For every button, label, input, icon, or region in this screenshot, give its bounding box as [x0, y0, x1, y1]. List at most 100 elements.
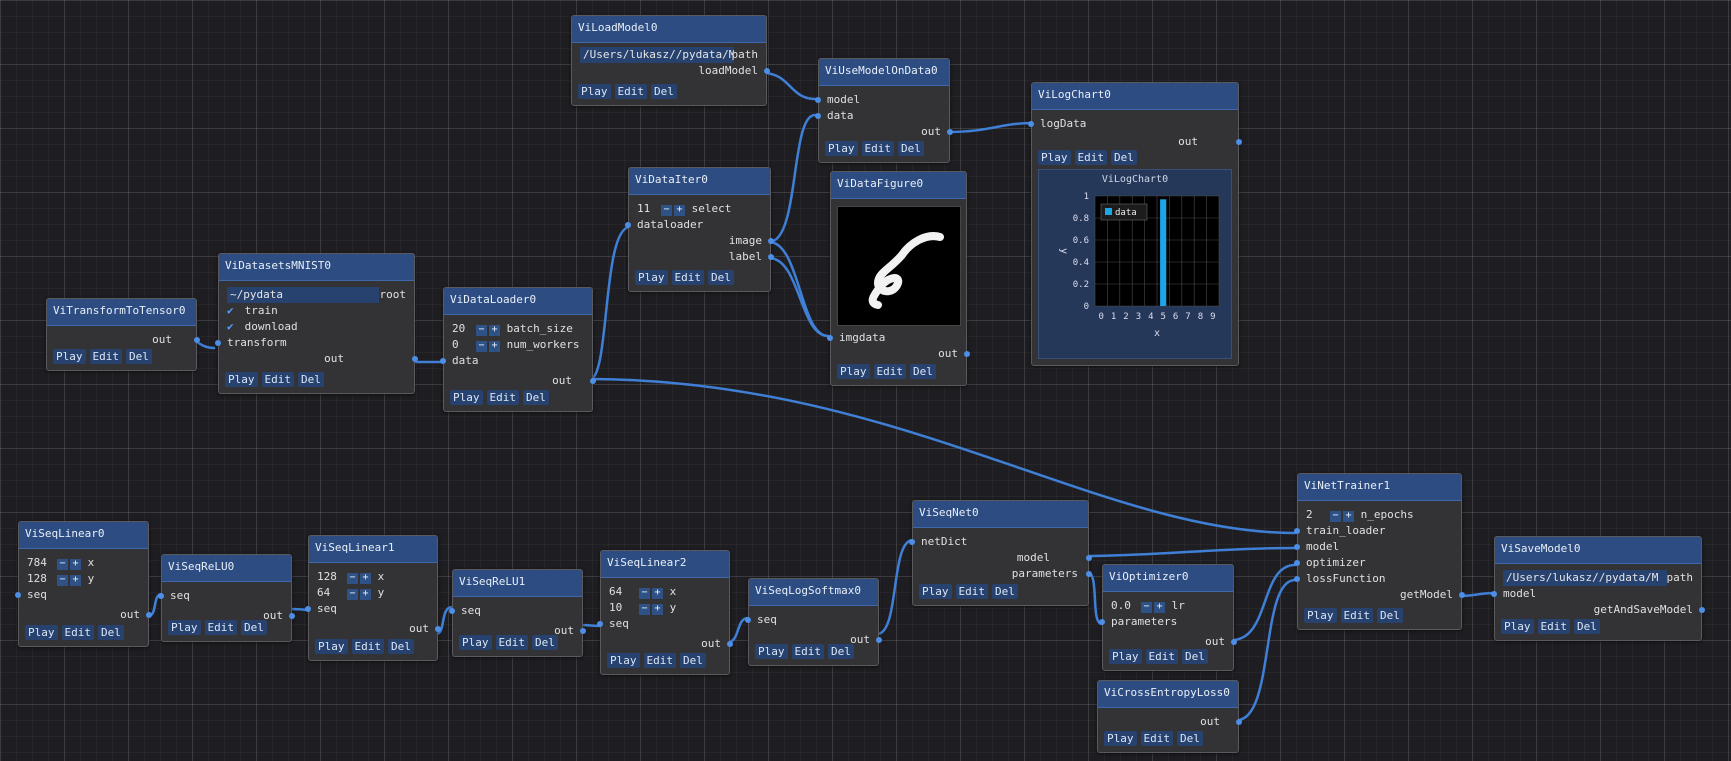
node-title[interactable]: ViSeqLinear0: [19, 522, 148, 549]
input-pin[interactable]: [1294, 528, 1300, 534]
node-title[interactable]: ViSeqLinear1: [309, 536, 437, 563]
edit-button[interactable]: Edit: [204, 620, 237, 635]
node-optimizer[interactable]: ViOptimizer0 0.0− + lr parameters out Pla…: [1099, 564, 1237, 671]
increment-button[interactable]: +: [652, 588, 663, 599]
play-button[interactable]: Play: [25, 625, 58, 640]
node-datasets-mnist[interactable]: ViDatasetsMNIST0 ~/pydata root ✔ train ✔ …: [215, 253, 418, 394]
input-pin[interactable]: [15, 592, 21, 598]
play-button[interactable]: Play: [459, 635, 492, 650]
edit-button[interactable]: Edit: [955, 584, 988, 599]
input-pin[interactable]: [827, 335, 833, 341]
edit-button[interactable]: Edit: [791, 644, 824, 659]
lr-value[interactable]: 0.0: [1111, 598, 1139, 614]
output-pin[interactable]: [876, 637, 882, 643]
decrement-button[interactable]: −: [1330, 511, 1341, 522]
delete-button[interactable]: Del: [1111, 150, 1137, 165]
decrement-button[interactable]: −: [1141, 602, 1152, 613]
node-load-model[interactable]: ViLoadModel0 /Users/lukasz//pydata/M path…: [571, 15, 770, 106]
node-title[interactable]: ViTransformToTensor0: [47, 299, 196, 326]
node-log-chart[interactable]: ViLogChart0 logData out Play Edit Del ViLo…: [1028, 82, 1242, 366]
play-button[interactable]: Play: [825, 141, 858, 156]
play-button[interactable]: Play: [1304, 608, 1337, 623]
output-pin[interactable]: [768, 238, 774, 244]
decrement-button[interactable]: −: [57, 575, 68, 586]
delete-button[interactable]: Del: [1377, 608, 1403, 623]
edit-button[interactable]: Edit: [89, 349, 122, 364]
delete-button[interactable]: Del: [532, 635, 558, 650]
output-pin[interactable]: [194, 337, 200, 343]
decrement-button[interactable]: −: [639, 604, 650, 615]
play-button[interactable]: Play: [53, 349, 86, 364]
delete-button[interactable]: Del: [651, 84, 677, 99]
node-seq-log-softmax[interactable]: ViSeqLogSoftmax0 seq out Play Edit Del: [745, 578, 882, 666]
increment-button[interactable]: +: [489, 325, 500, 336]
play-button[interactable]: Play: [450, 390, 483, 405]
input-pin[interactable]: [1028, 121, 1034, 127]
node-title[interactable]: ViLogChart0: [1032, 83, 1238, 110]
increment-button[interactable]: +: [489, 341, 500, 352]
output-pin[interactable]: [1699, 607, 1705, 613]
delete-button[interactable]: Del: [523, 390, 549, 405]
delete-button[interactable]: Del: [910, 364, 936, 379]
delete-button[interactable]: Del: [388, 639, 414, 654]
play-button[interactable]: Play: [635, 270, 668, 285]
delete-button[interactable]: Del: [1182, 649, 1208, 664]
edit-button[interactable]: Edit: [671, 270, 704, 285]
delete-button[interactable]: Del: [298, 372, 324, 387]
output-pin[interactable]: [580, 628, 586, 634]
edit-button[interactable]: Edit: [873, 364, 906, 379]
output-pin[interactable]: [435, 626, 441, 632]
edit-button[interactable]: Edit: [643, 653, 676, 668]
increment-button[interactable]: +: [674, 205, 685, 216]
node-cross-entropy-loss[interactable]: ViCrossEntropyLoss0 out Play Edit Del: [1097, 680, 1242, 753]
node-title[interactable]: ViSeqNet0: [913, 501, 1088, 528]
node-title[interactable]: ViDataIter0: [629, 168, 770, 195]
decrement-button[interactable]: −: [639, 588, 650, 599]
edit-button[interactable]: Edit: [861, 141, 894, 156]
node-title[interactable]: ViSeqLinear2: [601, 551, 729, 578]
play-button[interactable]: Play: [755, 644, 788, 659]
output-pin[interactable]: [1231, 639, 1237, 645]
play-button[interactable]: Play: [315, 639, 348, 654]
select-value[interactable]: 11: [637, 201, 659, 217]
node-seq-linear-2[interactable]: ViSeqLinear2 64− + x 10− + y seq out Play E…: [597, 550, 733, 675]
decrement-button[interactable]: −: [661, 205, 672, 216]
node-title[interactable]: ViUseModelOnData0: [819, 59, 949, 86]
increment-button[interactable]: +: [1343, 511, 1354, 522]
delete-button[interactable]: Del: [992, 584, 1018, 599]
x-value[interactable]: 64: [609, 584, 637, 600]
node-title[interactable]: ViDataLoader0: [444, 288, 592, 315]
node-title[interactable]: ViSeqReLU1: [453, 570, 582, 597]
node-data-loader[interactable]: ViDataLoader0 20− + batch_size 0− + num_wo…: [440, 287, 596, 412]
edit-button[interactable]: Edit: [61, 625, 94, 640]
input-pin[interactable]: [625, 222, 631, 228]
node-seq-relu-1[interactable]: ViSeqReLU1 seq out Play Edit Del: [449, 569, 586, 657]
output-pin[interactable]: [146, 612, 152, 618]
play-button[interactable]: Play: [1109, 649, 1142, 664]
path-input[interactable]: /Users/lukasz//pydata/M: [1503, 570, 1667, 586]
increment-button[interactable]: +: [70, 559, 81, 570]
input-pin[interactable]: [449, 608, 455, 614]
input-pin[interactable]: [597, 621, 603, 627]
num-workers-value[interactable]: 0: [452, 337, 474, 353]
node-title[interactable]: ViNetTrainer1: [1298, 474, 1461, 501]
y-value[interactable]: 128: [27, 571, 55, 587]
output-pin[interactable]: [947, 129, 953, 135]
node-title[interactable]: ViLoadModel0: [572, 16, 766, 43]
output-pin[interactable]: [964, 351, 970, 357]
output-pin[interactable]: [1086, 571, 1092, 577]
decrement-button[interactable]: −: [347, 573, 358, 584]
node-title[interactable]: ViDatasetsMNIST0: [219, 254, 414, 281]
play-button[interactable]: Play: [1038, 150, 1071, 165]
node-save-model[interactable]: ViSaveModel0 /Users/lukasz//pydata/M path…: [1491, 536, 1705, 641]
edit-button[interactable]: Edit: [1074, 150, 1107, 165]
delete-button[interactable]: Del: [241, 620, 267, 635]
play-button[interactable]: Play: [225, 372, 258, 387]
increment-button[interactable]: +: [360, 573, 371, 584]
node-title[interactable]: ViOptimizer0: [1103, 565, 1233, 592]
input-pin[interactable]: [1491, 591, 1497, 597]
node-use-model-on-data[interactable]: ViUseModelOnData0 model data out Play Edi…: [815, 58, 953, 163]
n-epochs-value[interactable]: 2: [1306, 507, 1328, 523]
checkbox-checked-icon[interactable]: ✔: [227, 303, 238, 319]
node-seq-linear-1[interactable]: ViSeqLinear1 128− + x 64− + y seq out Play…: [305, 535, 441, 661]
